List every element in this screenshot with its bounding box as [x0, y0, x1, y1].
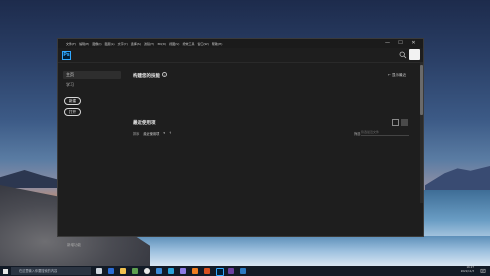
new-file-button[interactable]: 新建 — [64, 97, 81, 105]
sidebar-item-learn[interactable]: 学习 — [63, 81, 121, 89]
grid-view-icon[interactable] — [392, 119, 399, 126]
filter-input[interactable]: 筛选最近文件 — [361, 130, 409, 136]
search-icon[interactable] — [399, 51, 407, 59]
illustrator-icon[interactable] — [204, 268, 210, 274]
whats-new-link[interactable]: 新增功能 — [67, 243, 81, 248]
wallpaper-shore — [130, 236, 490, 266]
taskbar-search-input[interactable]: 在这里输入你要搜索的内容 — [11, 267, 91, 275]
menu-view[interactable]: 视图(V) — [169, 40, 179, 48]
menu-edit[interactable]: 编辑(E) — [79, 40, 89, 48]
title-bar: 文件(F) 编辑(E) 图像(I) 图层(L) 文字(Y) 选择(S) 滤镜(T… — [58, 39, 423, 48]
list-view-icon[interactable] — [401, 119, 408, 126]
task-view-icon[interactable] — [96, 268, 102, 274]
menu-help[interactable]: 帮助(H) — [212, 40, 223, 48]
minimize-button[interactable]: — — [381, 39, 394, 48]
app-header: Ps — [58, 48, 423, 63]
menu-3d[interactable]: 3D(D) — [157, 40, 166, 48]
photoshop-taskbar-icon[interactable] — [216, 268, 224, 276]
recent-section-title: 最近使用项 — [133, 121, 156, 126]
menu-type[interactable]: 文字(Y) — [118, 40, 128, 48]
show-recent-label: 显示最近 — [392, 73, 407, 77]
menu-plugins[interactable]: 增效工具 — [182, 40, 194, 48]
sidebar-item-home[interactable]: 主页 — [63, 71, 121, 79]
learn-section-title: 构建您的技能 — [133, 74, 160, 79]
filter-label: 筛选 — [354, 132, 361, 136]
visual-studio-icon[interactable] — [228, 268, 234, 274]
menu-file[interactable]: 文件(F) — [66, 40, 76, 48]
home-main-panel: 构建您的技能 i ← 显示最近 最近使用项 排序 最近使用项 ▾ ↑ 筛选 筛选… — [124, 63, 420, 236]
sort-label: 排序 — [133, 132, 140, 136]
windows-start-icon[interactable] — [0, 266, 10, 276]
home-sidebar: 主页 学习 新建 打开 新增功能 — [58, 63, 123, 247]
menu-window[interactable]: 窗口(W) — [198, 40, 209, 48]
menu-image[interactable]: 图像(I) — [92, 40, 101, 48]
file-explorer-icon[interactable] — [120, 268, 126, 274]
scrollbar-thumb[interactable] — [420, 65, 423, 115]
menu-filter[interactable]: 滤镜(T) — [144, 40, 154, 48]
edge-browser-icon[interactable] — [108, 268, 114, 274]
main-scrollbar[interactable] — [420, 63, 423, 203]
photoshop-logo[interactable]: Ps — [62, 51, 71, 60]
vscode-icon[interactable] — [240, 268, 246, 274]
photoshop-window: 文件(F) 编辑(E) 图像(I) 图层(L) 文字(Y) 选择(S) 滤镜(T… — [57, 38, 424, 247]
sort-order-icon[interactable]: ↑ — [169, 131, 172, 136]
show-recent-link[interactable]: ← 显示最近 — [388, 73, 406, 78]
menu-select[interactable]: 选择(S) — [131, 40, 141, 48]
maximize-button[interactable]: ☐ — [394, 39, 407, 48]
app-icon[interactable] — [180, 268, 186, 274]
system-clock[interactable]: 16:27 2021/11/3 — [440, 266, 474, 276]
user-avatar[interactable] — [409, 49, 420, 60]
store-icon[interactable] — [132, 268, 138, 274]
sort-dropdown[interactable]: 最近使用项 — [143, 131, 159, 136]
mail-icon[interactable] — [156, 268, 162, 274]
close-button[interactable]: ✕ — [407, 39, 420, 48]
sort-controls: 排序 最近使用项 ▾ ↑ — [133, 131, 172, 136]
window-controls: — ☐ ✕ — [381, 39, 420, 48]
chevron-down-icon[interactable]: ▾ — [163, 131, 165, 136]
info-icon[interactable]: i — [162, 72, 167, 77]
menu-layer[interactable]: 图层(L) — [105, 40, 115, 48]
blender-icon[interactable] — [192, 268, 198, 274]
windows-taskbar: 在这里输入你要搜索的内容 16:27 2021/11/3 — [0, 266, 490, 276]
notification-icon[interactable] — [480, 268, 486, 274]
open-file-button[interactable]: 打开 — [64, 108, 81, 116]
menu-bar: 文件(F) 编辑(E) 图像(I) 图层(L) 文字(Y) 选择(S) 滤镜(T… — [66, 40, 225, 48]
chrome-icon[interactable] — [144, 268, 150, 274]
telegram-icon[interactable] — [168, 268, 174, 274]
clock-date: 2021/11/3 — [460, 270, 474, 273]
